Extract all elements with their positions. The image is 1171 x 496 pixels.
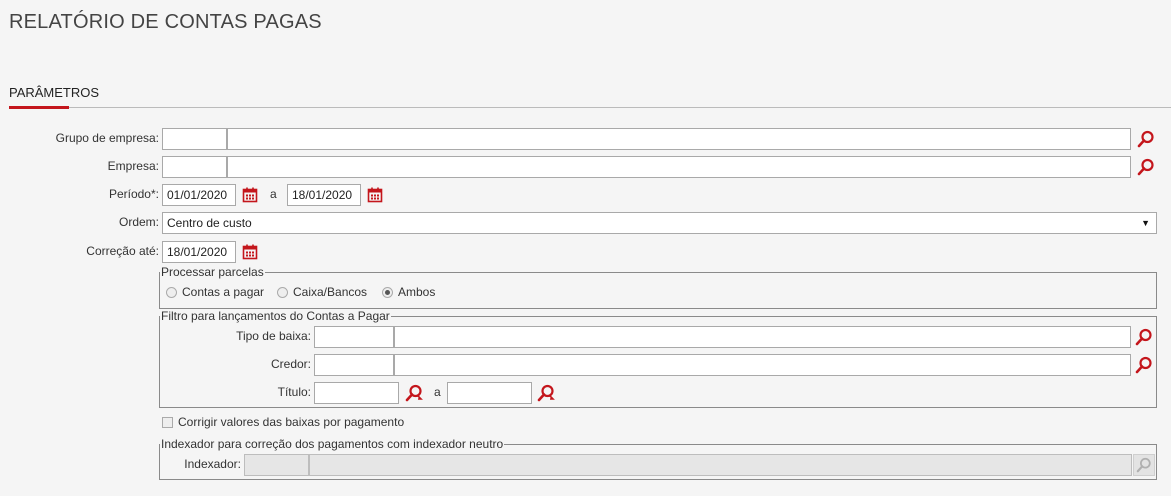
titulo-separator: a (434, 385, 441, 399)
credor-code-input[interactable] (314, 354, 394, 376)
section-title: PARÂMETROS (9, 85, 100, 100)
periodo-to-calendar-button[interactable] (364, 184, 386, 206)
periodo-to-input[interactable] (287, 184, 361, 206)
titulo-to-input[interactable] (447, 382, 532, 404)
periodo-from-calendar-button[interactable] (239, 184, 261, 206)
correcao-calendar-button[interactable] (239, 241, 261, 263)
radio-ambos[interactable]: Ambos (382, 285, 435, 299)
corrigir-checkbox-row[interactable]: Corrigir valores das baixas por pagament… (162, 415, 404, 429)
grupo-empresa-code-input[interactable] (162, 128, 227, 150)
indexador-label: Indexador: (184, 457, 241, 471)
empresa-name-input[interactable] (227, 156, 1131, 178)
search-icon (1135, 328, 1152, 346)
search-icon (1135, 356, 1152, 374)
correcao-label: Correção até: (86, 244, 159, 258)
tipo-baixa-search-button[interactable] (1133, 326, 1155, 348)
search-icon (1136, 457, 1151, 473)
radio-circle[interactable] (166, 286, 177, 298)
titulo-label: Título: (277, 385, 311, 399)
periodo-separator: a (270, 187, 277, 201)
search-advanced-icon (537, 384, 555, 402)
ordem-selected-value: Centro de custo (167, 216, 252, 230)
processar-parcelas-legend: Processar parcelas (160, 265, 265, 279)
radio-label: Caixa/Bancos (293, 285, 368, 299)
tipo-baixa-code-input[interactable] (314, 326, 394, 348)
calendar-icon (242, 244, 258, 260)
periodo-from-input[interactable] (162, 184, 236, 206)
filtro-legend: Filtro para lançamentos do Contas a Paga… (160, 309, 391, 323)
corrigir-checkbox[interactable] (162, 416, 173, 428)
radio-label: Ambos (398, 285, 436, 299)
ordem-select[interactable]: Centro de custo ▼ (162, 212, 1157, 234)
radio-label: Contas a pagar (182, 285, 265, 299)
periodo-label: Período*: (108, 187, 159, 201)
search-icon (1137, 158, 1154, 176)
tipo-baixa-label: Tipo de baixa: (236, 329, 311, 343)
corrigir-label: Corrigir valores das baixas por pagament… (178, 415, 405, 429)
titulo-to-search-button[interactable] (535, 382, 557, 404)
indexador-name-input (309, 454, 1132, 476)
section-accent (9, 106, 69, 109)
grupo-empresa-search-button[interactable] (1135, 128, 1157, 150)
empresa-code-input[interactable] (162, 156, 227, 178)
titulo-from-search-button[interactable] (403, 382, 425, 404)
search-icon (1137, 130, 1154, 148)
radio-circle[interactable] (277, 286, 288, 298)
ordem-label: Ordem: (118, 215, 159, 229)
radio-contas-a-pagar[interactable]: Contas a pagar (166, 285, 264, 299)
empresa-search-button[interactable] (1135, 156, 1157, 178)
radio-circle-selected[interactable] (382, 286, 393, 298)
titulo-from-input[interactable] (314, 382, 399, 404)
empresa-label: Empresa: (107, 159, 159, 173)
search-advanced-icon (405, 384, 423, 402)
indexador-code-input (244, 454, 309, 476)
credor-search-button[interactable] (1133, 354, 1155, 376)
section-divider (9, 107, 1171, 108)
indexador-legend: Indexador para correção dos pagamentos c… (160, 437, 505, 451)
page-title: RELATÓRIO DE CONTAS PAGAS (9, 11, 322, 33)
credor-name-input[interactable] (394, 354, 1131, 376)
correcao-date-input[interactable] (162, 241, 236, 263)
chevron-down-icon: ▼ (1141, 218, 1150, 228)
calendar-icon (242, 187, 258, 203)
radio-caixa-bancos[interactable]: Caixa/Bancos (277, 285, 367, 299)
grupo-empresa-label: Grupo de empresa: (55, 131, 159, 145)
indexador-search-button (1133, 454, 1155, 476)
grupo-empresa-name-input[interactable] (227, 128, 1131, 150)
credor-label: Credor: (270, 357, 311, 371)
tipo-baixa-name-input[interactable] (394, 326, 1131, 348)
calendar-icon (367, 187, 383, 203)
